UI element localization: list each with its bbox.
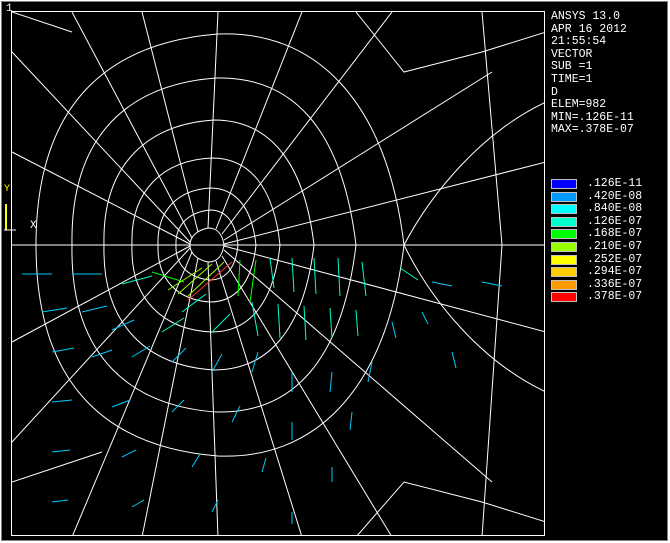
legend-swatch bbox=[551, 204, 577, 215]
legend-label: .210E-07 bbox=[587, 239, 643, 253]
triad-y-label: Y bbox=[4, 184, 11, 195]
legend-swatch bbox=[551, 241, 577, 252]
mesh-plot bbox=[12, 12, 544, 535]
plot-viewport[interactable] bbox=[11, 11, 545, 536]
legend-swatch bbox=[551, 254, 577, 265]
legend-swatch bbox=[551, 229, 577, 240]
info-panel: ANSYS 13.0 APR 16 2012 21:55:54 VECTOR S… bbox=[551, 10, 669, 137]
coordinate-triad: Y X bbox=[2, 184, 52, 242]
graphics-window[interactable]: 1 Y X ANSYS 13.0 APR 16 2012 21:55:54 VE… bbox=[1, 1, 668, 541]
legend-swatch bbox=[551, 216, 577, 227]
info-time-value: TIME=1 bbox=[551, 72, 593, 86]
legend-swatch bbox=[551, 292, 577, 303]
info-max: MAX=.378E-07 bbox=[551, 123, 634, 137]
legend-swatch bbox=[551, 179, 577, 189]
legend-label: .294E-07 bbox=[587, 265, 643, 279]
legend-swatch bbox=[551, 267, 577, 278]
legend-swatch bbox=[551, 191, 577, 202]
info-elem: ELEM=982 bbox=[551, 98, 607, 112]
legend-swatch bbox=[551, 279, 577, 290]
legend-label: .840E-08 bbox=[587, 202, 643, 216]
info-product: ANSYS 13.0 bbox=[551, 10, 621, 23]
info-time: 21:55:54 bbox=[551, 35, 607, 49]
triad-axes-icon bbox=[4, 204, 16, 231]
triad-x-label: X bbox=[30, 220, 37, 232]
legend-label: .126E-11 bbox=[587, 177, 643, 190]
legend-label: .378E-07 bbox=[587, 290, 643, 304]
